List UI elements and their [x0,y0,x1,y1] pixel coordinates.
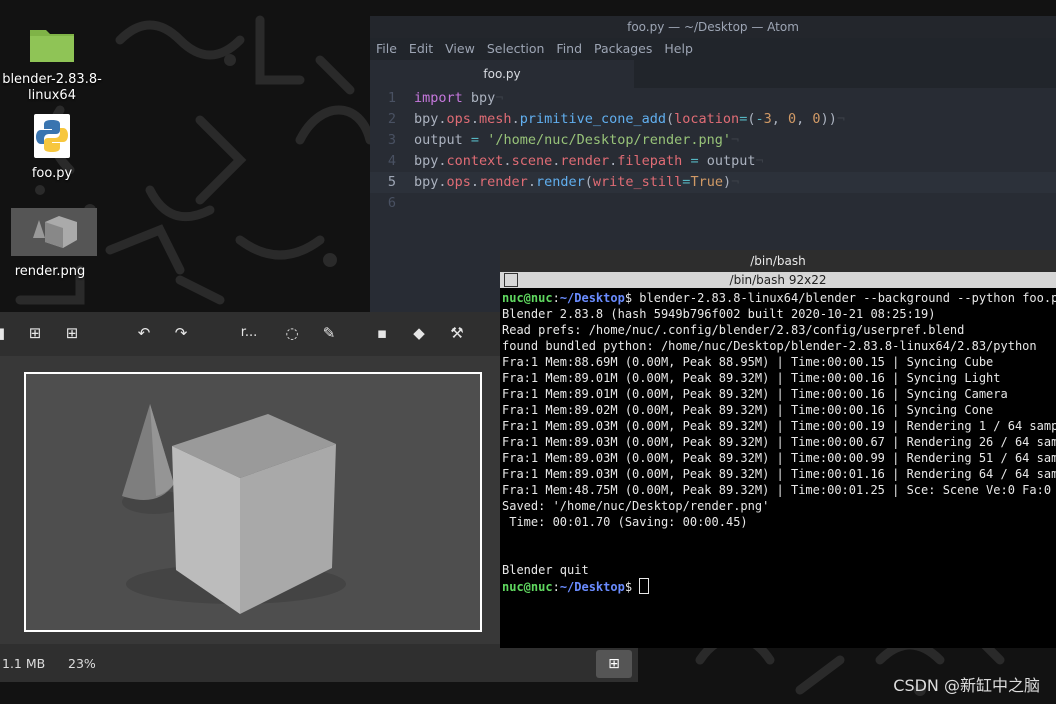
bulb-icon[interactable]: ◌ [283,324,301,342]
output-line: Blender 2.83.8 (hash 5949b796f002 built … [502,307,936,321]
terminal-title: /bin/bash [500,250,1056,272]
wrench-icon[interactable]: ⚒ [448,324,466,342]
terminal-window: /bin/bash /bin/bash 92x22 nuc@nuc:~/Desk… [500,250,1056,648]
desktop-icon-label: foo.py [31,166,73,181]
code-line: 4 bpy.context.scene.render.filepath = out… [370,151,1056,172]
python-file-icon [34,114,70,158]
output-line: Fra:1 Mem:89.03M (0.00M, Peak 89.32M) | … [502,451,1056,465]
sidebar-toggle-icon[interactable]: ▮ [0,324,10,342]
output-line: Fra:1 Mem:89.03M (0.00M, Peak 89.32M) | … [502,467,1056,481]
output-line: Fra:1 Mem:88.69M (0.00M, Peak 88.95M) | … [502,355,994,369]
menu-find[interactable]: Find [556,38,588,60]
image-thumbnail-icon [10,208,97,256]
watermark: CSDN @新缸中之脑 [893,676,1040,695]
desktop-icon-foo-py[interactable]: foo.py [2,114,102,182]
terminal-subtitle-bar: /bin/bash 92x22 [500,272,1056,288]
viewer-status-bar: 1.1 MB 23% [0,644,638,682]
line-number: 3 [387,132,396,148]
menu-selection[interactable]: Selection [487,38,551,60]
code-line: 1 import bpy¬ [370,88,1056,109]
prompt-user: nuc@nuc [502,580,553,594]
line-number: 2 [387,111,396,127]
brush-icon[interactable]: ✎ [320,324,338,342]
tab-bar: foo.py [370,60,1056,88]
terminal-size-label: /bin/bash 92x22 [729,273,827,287]
desktop-icon-blender-folder[interactable]: blender-2.83.8-linux64 [2,22,102,104]
line-number: 1 [387,90,396,106]
output-line: Fra:1 Mem:89.03M (0.00M, Peak 89.32M) | … [502,419,1056,433]
line-number: 5 [387,174,396,190]
output-line: Fra:1 Mem:89.01M (0.00M, Peak 89.32M) | … [502,371,1001,385]
tag-icon[interactable]: ◆ [410,324,428,342]
desktop-icon-label: render.png [14,264,86,279]
code-line: 6 [370,193,1056,214]
app-grid-button[interactable]: ⊞ [596,650,632,678]
comment-icon[interactable]: ▪ [373,324,391,342]
prompt-path: ~/Desktop [559,580,625,594]
menu-file[interactable]: File [376,38,403,60]
menu-packages[interactable]: Packages [594,38,658,60]
grid-icon: ⊞ [608,656,620,672]
output-line: Fra:1 Mem:89.02M (0.00M, Peak 89.32M) | … [502,403,994,417]
output-line: Saved: '/home/nuc/Desktop/render.png' [502,499,770,513]
menu-help[interactable]: Help [664,38,699,60]
rendered-scene [26,374,480,630]
output-line: Time: 00:01.70 (Saving: 00:00.45) [502,515,748,529]
code-line: 3 output = '/home/nuc/Desktop/render.png'… [370,130,1056,151]
filename-label: r... [240,325,258,340]
desktop-icon-label: blender-2.83.8-linux64 [2,72,102,103]
output-line: found bundled python: /home/nuc/Desktop/… [502,339,1037,353]
output-line: Fra:1 Mem:89.03M (0.00M, Peak 89.32M) | … [502,435,1056,449]
terminal-cursor [639,578,650,594]
render-image [24,372,482,632]
window-title: foo.py — ~/Desktop — Atom [370,16,1056,38]
rotate-right-icon[interactable]: ↷ [172,324,190,342]
rotate-left-icon[interactable]: ↶ [135,324,153,342]
menu-view[interactable]: View [445,38,481,60]
tab-foo-py[interactable]: foo.py [370,60,634,88]
prompt-user: nuc@nuc [502,291,553,305]
folder-icon [30,30,74,62]
split-view-icon[interactable] [504,273,518,287]
menu-bar: File Edit View Selection Find Packages H… [370,38,1056,60]
zoom-fit-icon[interactable]: ⊞ [26,324,44,342]
output-line: Fra:1 Mem:48.75M (0.00M, Peak 89.32M) | … [502,483,1056,497]
line-number: 6 [387,195,396,211]
output-line: Fra:1 Mem:89.01M (0.00M, Peak 89.32M) | … [502,387,1008,401]
prompt-suffix: $ [624,580,640,594]
prompt-path: ~/Desktop [559,291,625,305]
output-line: Read prefs: /home/nuc/.config/blender/2.… [502,323,965,337]
zoom-level: 23% [68,656,96,671]
zoom-in-icon[interactable]: ⊞ [63,324,81,342]
output-line: Blender quit [502,563,589,577]
code-line: 2 bpy.ops.mesh.primitive_cone_add(locatio… [370,109,1056,130]
menu-edit[interactable]: Edit [409,38,439,60]
terminal-output[interactable]: nuc@nuc:~/Desktop$ blender-2.83.8-linux6… [500,288,1056,595]
line-number: 4 [387,153,396,169]
code-line-active: 5 bpy.ops.render.render(write_still=True)… [370,172,1056,193]
command-text: $ blender-2.83.8-linux64/blender --backg… [624,291,1056,305]
desktop-icon-render-png[interactable]: render.png [0,208,100,280]
file-size: 1.1 MB [2,656,46,671]
